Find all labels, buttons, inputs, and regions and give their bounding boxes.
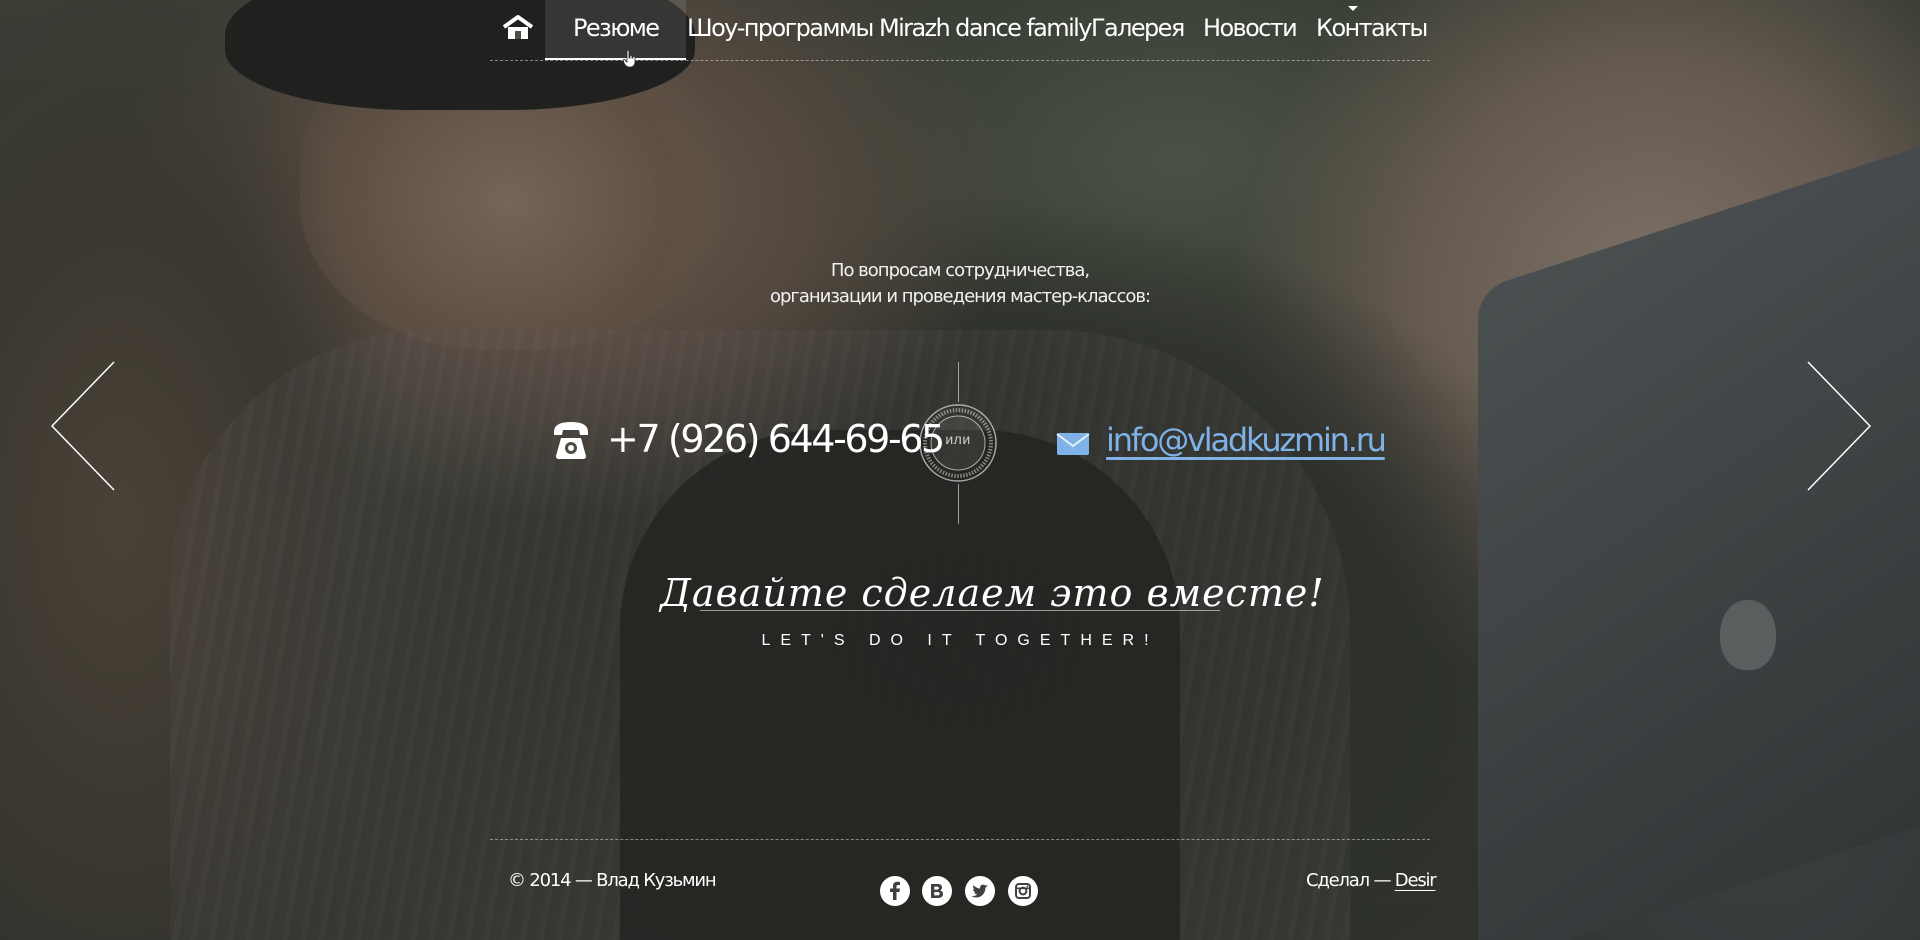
footer-divider: [490, 839, 1430, 840]
email-link[interactable]: info@vladkuzmin.ru: [1106, 418, 1387, 462]
footer-credit: Сделал — Desir: [1306, 870, 1437, 891]
chevron-down-icon: [1348, 6, 1358, 11]
or-divider-top-line: [958, 362, 959, 402]
footer-credit-prefix: Сделал —: [1306, 870, 1391, 891]
nav-item-contacts[interactable]: Контакты: [1316, 0, 1428, 58]
hand-cursor-icon: [623, 50, 636, 68]
facebook-icon[interactable]: [880, 876, 910, 906]
nav-item-mirazh-dance-family[interactable]: Mirazh dance family: [879, 0, 1092, 58]
footer-copyright: © 2014 — Влад Кузьмин: [508, 870, 717, 891]
twitter-icon[interactable]: [965, 876, 995, 906]
phone-icon: [554, 422, 588, 459]
or-divider-bottom-line: [958, 484, 959, 524]
instagram-icon[interactable]: [1008, 876, 1038, 906]
nav-item-show-programs[interactable]: Шоу-программы: [687, 0, 874, 58]
footer-credit-link[interactable]: Desir: [1395, 870, 1437, 891]
nav-item-resume[interactable]: Резюме: [545, 0, 687, 60]
chevron-right-icon[interactable]: [1804, 360, 1874, 492]
contact-lead-text: По вопросам сотрудничества, организации …: [660, 258, 1260, 310]
chevron-left-icon[interactable]: [48, 360, 118, 492]
mail-icon: [1056, 433, 1090, 455]
slogan-script: Давайте сделаем это вместе!: [660, 571, 1325, 615]
or-label: или: [945, 431, 971, 447]
nav-item-news[interactable]: Новости: [1203, 0, 1298, 58]
contact-lead-line-1: По вопросам сотрудничества,: [830, 260, 1090, 281]
vkontakte-icon[interactable]: [922, 876, 952, 906]
slogan-subtitle: LET'S DO IT TOGETHER!: [761, 632, 1159, 649]
home-icon[interactable]: [500, 13, 536, 43]
nav-item-gallery[interactable]: Галерея: [1091, 0, 1185, 58]
contact-lead-line-2: организации и проведения мастер-классов:: [769, 286, 1151, 307]
slogan-underline: [700, 610, 1220, 611]
phone-number[interactable]: +7 (926) 644-69-65: [607, 414, 945, 464]
